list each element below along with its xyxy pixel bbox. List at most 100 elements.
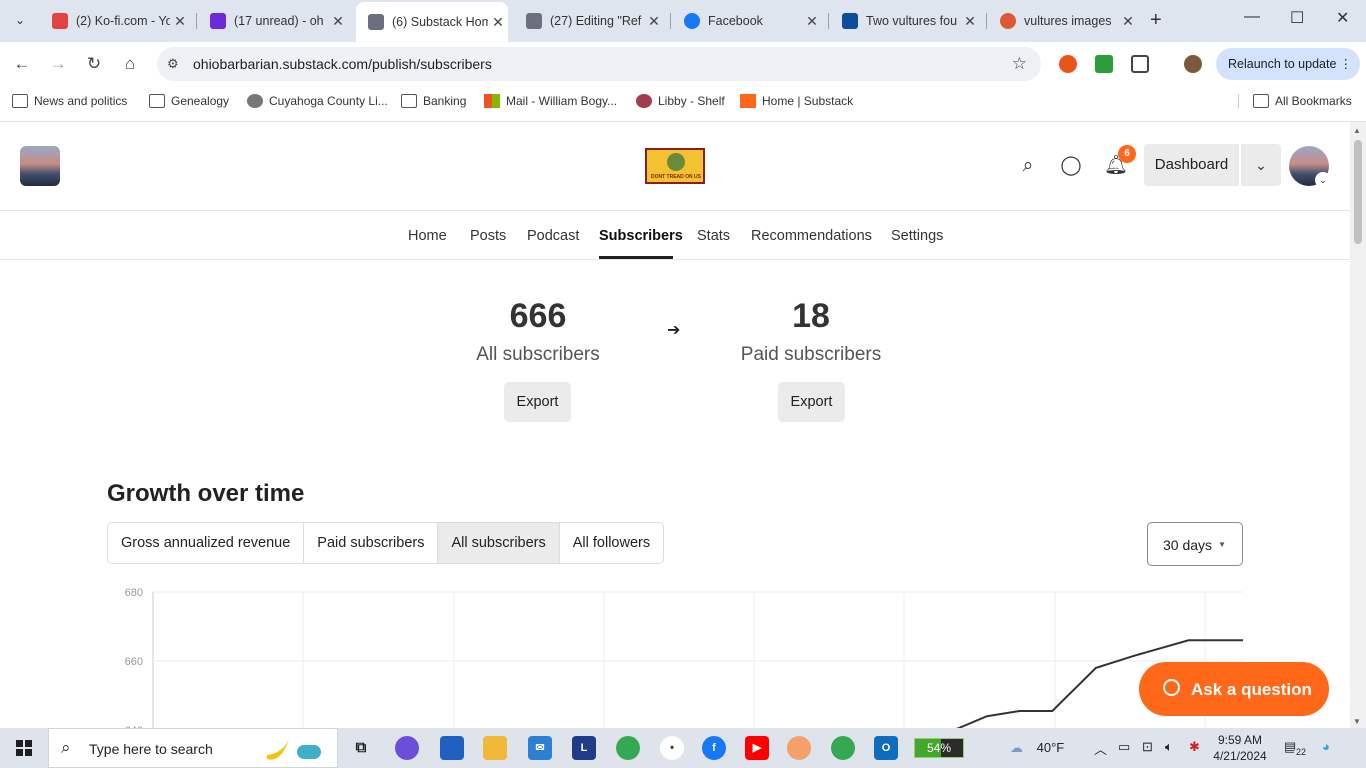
scroll-up-icon[interactable]: ▲ [1353, 126, 1361, 135]
tab-search-chevron-icon[interactable]: ⌄ [8, 8, 32, 32]
close-icon[interactable]: ✕ [644, 13, 664, 30]
bookmark-label: Mail - William Bogy... [506, 94, 618, 108]
task-view-icon[interactable]: ⧉ [349, 736, 373, 760]
tab-stats[interactable]: Stats [697, 228, 730, 244]
youtube-icon[interactable]: ▶ [745, 736, 769, 760]
profile-avatar[interactable] [1184, 55, 1202, 73]
play-icon [247, 94, 263, 108]
publication-avatar[interactable] [20, 146, 60, 186]
battery-indicator[interactable]: 54% [914, 738, 964, 758]
bookmark-folder[interactable]: Banking [401, 94, 466, 108]
dashboard-button[interactable]: Dashboard [1144, 144, 1239, 186]
reload-icon[interactable]: ↻ [82, 52, 106, 76]
tab-home[interactable]: Home [408, 228, 447, 244]
chevron-down-icon[interactable]: ⌄ [1241, 144, 1281, 186]
metric-option-paid[interactable]: Paid subscribers [304, 523, 439, 563]
browser-tab[interactable]: (27) Editing "Ref ✕ [514, 6, 664, 36]
chevron-down-icon[interactable]: ⌄ [1315, 172, 1331, 188]
windows-start-icon[interactable] [16, 740, 32, 756]
color-picker-icon[interactable]: ◕ [1322, 739, 1330, 754]
chrome-active-icon[interactable] [831, 736, 855, 760]
url-text[interactable]: ohiobarbarian.substack.com/publish/subsc… [193, 56, 492, 72]
bookmark-link[interactable]: Mail - William Bogy... [484, 94, 617, 108]
bookmark-link[interactable]: Home | Substack [740, 94, 853, 108]
bookmark-star-icon[interactable]: ☆ [1012, 54, 1027, 74]
extensions-puzzle-icon[interactable] [1131, 55, 1149, 73]
weather-widget[interactable]: ☁ 40°F [1010, 740, 1064, 756]
tab-podcast[interactable]: Podcast [527, 228, 579, 244]
libby-app-icon[interactable]: L [572, 736, 596, 760]
chevron-up-icon[interactable]: ︿ [1094, 739, 1107, 758]
growth-chart: 680660640 [125, 587, 1243, 728]
chrome-icon[interactable] [616, 736, 640, 760]
duckduckgo-extension-icon[interactable] [1059, 55, 1077, 73]
publication-logo[interactable]: DONT TREAD ON US [645, 148, 705, 184]
network-icon[interactable]: ⊡ [1142, 739, 1153, 755]
chat-bubble-icon [1163, 679, 1180, 696]
tab-settings[interactable]: Settings [891, 228, 943, 244]
chat-bubble-icon[interactable]: ◯ [1059, 154, 1083, 178]
minimize-icon[interactable]: — [1244, 8, 1260, 26]
cloud-icon: ☁ [1010, 740, 1023, 755]
notification-center-icon[interactable]: ▤ 22 [1284, 739, 1309, 757]
tab-posts[interactable]: Posts [470, 228, 506, 244]
app-icon[interactable]: • [660, 736, 684, 760]
facebook-icon[interactable]: f [702, 736, 726, 760]
metric-option-followers[interactable]: All followers [560, 523, 663, 563]
battery-percent: 54% [926, 741, 952, 755]
taskbar-search[interactable]: ⌕ Type here to search [48, 728, 338, 768]
browser-tab[interactable]: Two vultures fou ✕ [830, 6, 980, 36]
forward-arrow-icon[interactable]: → [46, 52, 70, 76]
home-icon[interactable]: ⌂ [118, 52, 142, 76]
evernote-extension-icon[interactable] [1095, 55, 1113, 73]
maximize-icon[interactable]: ☐ [1290, 8, 1304, 28]
close-icon[interactable]: ✕ [170, 13, 190, 30]
copilot-icon[interactable] [395, 736, 419, 760]
address-bar[interactable]: ⚙ ohiobarbarian.substack.com/publish/sub… [157, 47, 1041, 81]
scrollbar-thumb[interactable] [1354, 140, 1362, 244]
edge-icon[interactable] [787, 736, 811, 760]
search-icon[interactable]: ⌕ [1016, 154, 1040, 178]
scroll-down-icon[interactable]: ▼ [1353, 717, 1361, 726]
browser-tab[interactable]: vultures images ✕ [988, 6, 1138, 36]
export-paid-button[interactable]: Export [778, 382, 845, 422]
close-icon[interactable]: ✕ [328, 13, 348, 30]
back-arrow-icon[interactable]: ← [10, 52, 34, 76]
window-close-icon[interactable]: ✕ [1336, 8, 1349, 28]
date-range-select[interactable]: 30 days ▼ [1147, 522, 1243, 566]
site-info-icon[interactable]: ⚙ [167, 56, 179, 72]
close-icon[interactable]: ✕ [802, 13, 822, 30]
more-menu-icon[interactable]: ⋮ [1340, 56, 1353, 71]
close-icon[interactable]: ✕ [488, 14, 508, 31]
bookmark-folder[interactable]: News and politics [12, 94, 127, 108]
bookmark-folder[interactable]: Genealogy [149, 94, 229, 108]
tab-subscribers[interactable]: Subscribers [599, 228, 683, 244]
notification-count: 22 [1294, 747, 1309, 757]
battery-icon[interactable]: ▭ [1118, 739, 1130, 755]
close-icon[interactable]: ✕ [1118, 13, 1138, 30]
clock-date: 4/21/2024 [1213, 749, 1267, 763]
bookmark-link[interactable]: Cuyahoga County Li... [247, 94, 388, 108]
metric-option-all[interactable]: All subscribers [438, 523, 560, 563]
ask-question-button[interactable]: Ask a question [1139, 662, 1329, 716]
browser-tab[interactable]: (2) Ko-fi.com - Yo ✕ [40, 6, 190, 36]
store-icon[interactable] [440, 736, 464, 760]
metric-option-revenue[interactable]: Gross annualized revenue [108, 523, 305, 563]
close-icon[interactable]: ✕ [960, 13, 980, 30]
system-clock[interactable]: 9:59 AM 4/21/2024 [1212, 732, 1268, 764]
browser-tab[interactable]: (17 unread) - oh ✕ [198, 6, 348, 36]
browser-tab-active[interactable]: (6) Substack Hom ✕ [356, 2, 508, 42]
page-scrollbar[interactable]: ▲ ▼ [1350, 122, 1366, 728]
mail-icon[interactable]: ✉ [528, 736, 552, 760]
export-all-button[interactable]: Export [504, 382, 571, 422]
tab-recommendations[interactable]: Recommendations [751, 228, 872, 244]
all-bookmarks[interactable]: All Bookmarks [1238, 94, 1352, 108]
relaunch-button[interactable]: Relaunch to update ⋮ [1216, 48, 1360, 80]
bookmark-link[interactable]: Libby - Shelf [636, 94, 725, 108]
volume-icon[interactable]: 🔈︎ [1165, 739, 1173, 755]
tray-app-icon[interactable]: ✱ [1189, 739, 1200, 755]
new-tab-plus-icon[interactable]: + [1150, 9, 1162, 32]
browser-tab[interactable]: Facebook ✕ [672, 6, 822, 36]
file-explorer-icon[interactable] [483, 736, 507, 760]
outlook-icon[interactable]: O [874, 736, 898, 760]
